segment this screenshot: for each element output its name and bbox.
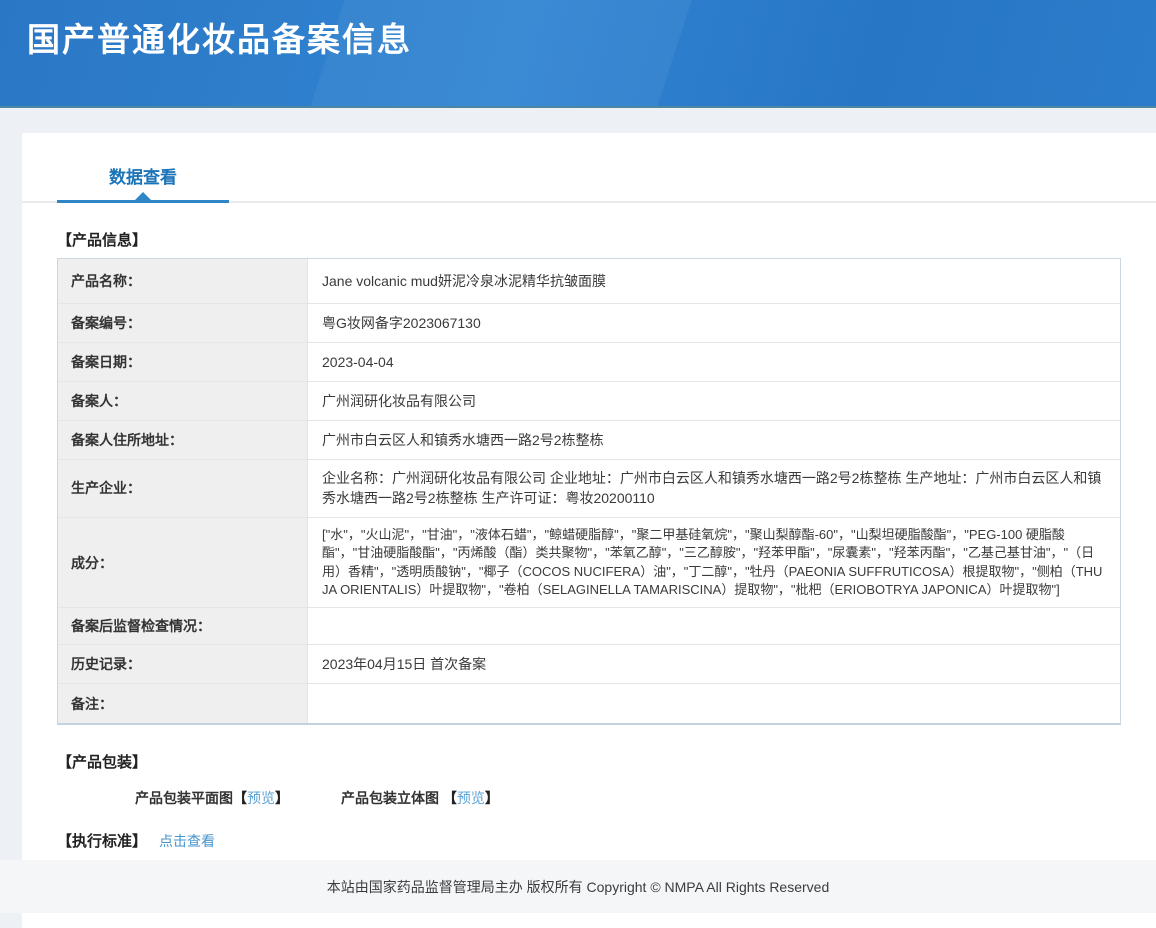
- packaging-stereo-item: 产品包装立体图 【预览】: [341, 788, 499, 808]
- packaging-preview-line: 产品包装平面图【预览】 产品包装立体图 【预览】: [135, 788, 1156, 808]
- row-value: 广州市白云区人和镇秀水塘西一路2号2栋整栋: [308, 421, 1120, 459]
- content-card: 数据查看 【产品信息】 产品名称： Jane volcanic mud妍泥冷泉冰…: [22, 133, 1156, 928]
- row-value: [308, 684, 1120, 723]
- table-row-product-name: 产品名称： Jane volcanic mud妍泥冷泉冰泥精华抗皱面膜: [58, 259, 1120, 304]
- table-row-manufacturer: 生产企业： 企业名称：广州润研化妆品有限公司 企业地址：广州市白云区人和镇秀水塘…: [58, 460, 1120, 518]
- packaging-flat-preview-link[interactable]: 预览: [247, 790, 275, 806]
- table-row-filing-number: 备案编号： 粤G妆网备字2023067130: [58, 304, 1120, 343]
- page-footer: 本站由国家药品监督管理局主办 版权所有 Copyright © NMPA All…: [0, 860, 1156, 913]
- table-row-remarks: 备注：: [58, 684, 1120, 723]
- packaging-flat-item: 产品包装平面图【预览】: [135, 788, 289, 808]
- tab-data-view[interactable]: 数据查看: [57, 153, 229, 203]
- row-label: 成分：: [58, 518, 308, 608]
- row-value: 广州润研化妆品有限公司: [308, 382, 1120, 420]
- table-row-filing-date: 备案日期： 2023-04-04: [58, 343, 1120, 382]
- row-value: 2023年04月15日 首次备案: [308, 645, 1120, 683]
- copyright-text: 本站由国家药品监督管理局主办 版权所有 Copyright © NMPA All…: [327, 879, 829, 895]
- row-value: 企业名称：广州润研化妆品有限公司 企业地址：广州市白云区人和镇秀水塘西一路2号2…: [308, 460, 1120, 517]
- row-label: 生产企业：: [58, 460, 308, 517]
- tab-bar: 数据查看: [22, 133, 1156, 203]
- section-heading-product-packaging: 【产品包装】: [57, 751, 1156, 772]
- table-row-filer-address: 备案人住所地址： 广州市白云区人和镇秀水塘西一路2号2栋整栋: [58, 421, 1120, 460]
- tab-data-view-label: 数据查看: [109, 168, 177, 187]
- bracket-open: 【: [443, 790, 457, 806]
- section-heading-product-info: 【产品信息】: [57, 229, 1156, 250]
- row-label: 产品名称：: [58, 259, 308, 303]
- row-label: 备注：: [58, 684, 308, 723]
- table-row-ingredients: 成分： ["水"，"火山泥"，"甘油"，"液体石蜡"，"鲸蜡硬脂醇"，"聚二甲基…: [58, 518, 1120, 609]
- bracket-close: 】: [275, 790, 289, 806]
- execution-standard-row: 【执行标准】 点击查看: [57, 830, 1156, 851]
- row-label: 备案人：: [58, 382, 308, 420]
- row-value: 粤G妆网备字2023067130: [308, 304, 1120, 342]
- packaging-stereo-preview-link[interactable]: 预览: [457, 790, 485, 806]
- row-label: 备案编号：: [58, 304, 308, 342]
- table-row-supervision-check: 备案后监督检查情况：: [58, 608, 1120, 645]
- bracket-open: 【: [233, 790, 247, 806]
- row-value: [308, 608, 1120, 644]
- packaging-stereo-label: 产品包装立体图: [341, 790, 439, 806]
- row-label: 备案后监督检查情况：: [58, 608, 308, 644]
- page-title: 国产普通化妆品备案信息: [0, 0, 1156, 61]
- row-value: 2023-04-04: [308, 343, 1120, 381]
- product-info-table: 产品名称： Jane volcanic mud妍泥冷泉冰泥精华抗皱面膜 备案编号…: [57, 258, 1121, 725]
- row-value: ["水"，"火山泥"，"甘油"，"液体石蜡"，"鲸蜡硬脂醇"，"聚二甲基硅氧烷"…: [308, 518, 1120, 608]
- row-label: 备案人住所地址：: [58, 421, 308, 459]
- packaging-flat-label: 产品包装平面图: [135, 790, 233, 806]
- page: 国产普通化妆品备案信息 数据查看 【产品信息】 产品名称： Jane volca…: [0, 0, 1156, 913]
- table-row-history: 历史记录： 2023年04月15日 首次备案: [58, 645, 1120, 684]
- row-label: 历史记录：: [58, 645, 308, 683]
- table-row-filer: 备案人： 广州润研化妆品有限公司: [58, 382, 1120, 421]
- section-heading-execution-standard: 【执行标准】: [57, 830, 147, 851]
- bracket-close: 】: [485, 790, 499, 806]
- row-value: Jane volcanic mud妍泥冷泉冰泥精华抗皱面膜: [308, 259, 1120, 303]
- row-label: 备案日期：: [58, 343, 308, 381]
- page-header: 国产普通化妆品备案信息: [0, 0, 1156, 108]
- tab-active-indicator-icon: [135, 192, 151, 200]
- execution-standard-view-link[interactable]: 点击查看: [159, 831, 215, 851]
